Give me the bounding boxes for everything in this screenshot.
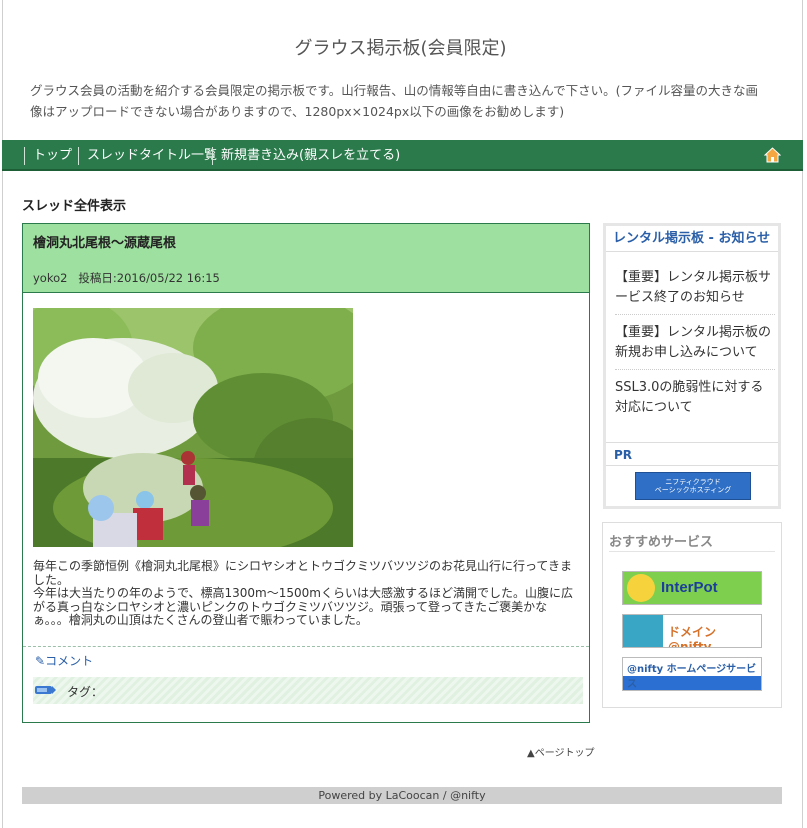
notice-title: レンタル掲示板 - お知らせ xyxy=(606,226,778,252)
pr-banner-line: ニフティクラウド xyxy=(665,478,721,486)
post-title[interactable]: 檜洞丸北尾根～源蔵尾根 xyxy=(33,232,176,251)
post-meta: yoko2 投稿日:2016/05/22 16:15 xyxy=(33,270,220,286)
domain-banner[interactable]: ドメイン @nifty xyxy=(622,614,762,648)
section-title: スレッド全件表示 xyxy=(22,199,127,214)
notice-box: レンタル掲示板 - お知らせ 【重要】レンタル掲示板サービス終了のお知らせ 【重… xyxy=(603,223,781,509)
notice-item[interactable]: 【重要】レンタル掲示板サービス終了のお知らせ xyxy=(615,268,775,315)
post-divider xyxy=(23,646,589,647)
home-icon[interactable] xyxy=(764,147,781,163)
pr-banner-line: ベーシックホスティング xyxy=(654,486,732,494)
thread-post: 檜洞丸北尾根～源蔵尾根 yoko2 投稿日:2016/05/22 16:15 毎… xyxy=(22,223,590,723)
banner-accent xyxy=(623,615,663,647)
homepage-banner[interactable]: @nifty ホームページサービス xyxy=(622,657,762,691)
notice-item[interactable]: 【重要】レンタル掲示板の新規お申し込みについて xyxy=(615,323,775,370)
interpot-label: InterPot xyxy=(661,579,718,596)
domain-label: ドメイン @nifty xyxy=(668,625,717,648)
site-title: グラウス掲示板(会員限定) xyxy=(294,38,507,59)
post-body-line: 今年は大当たりの年のようで、標高1300m～1500mくらいは大感激するほど満開… xyxy=(33,586,573,627)
footer: Powered by LaCoocan / @nifty xyxy=(22,787,782,804)
post-header: 檜洞丸北尾根～源蔵尾根 yoko2 投稿日:2016/05/22 16:15 xyxy=(23,224,589,293)
recommend-title: おすすめサービス xyxy=(609,535,714,550)
notice-item[interactable]: SSL3.0の脆弱性に対する対応について xyxy=(615,378,775,424)
nav-thread-list[interactable]: スレッドタイトル一覧 xyxy=(78,147,217,165)
page-top-link[interactable]: ▲ページトップ xyxy=(527,744,595,759)
comment-label: コメント xyxy=(45,654,94,668)
post-body-line: 毎年この季節恒例《檜洞丸北尾根》にシロヤシオとトウゴクミツバツツジのお花見山行に… xyxy=(33,559,573,587)
arrow-up-icon: ▲ xyxy=(527,748,535,759)
pr-title: PR xyxy=(606,442,778,466)
site-description: グラウス会員の活動を紹介する会員限定の掲示板です。山行報告、山の情報等自由に書き… xyxy=(30,83,759,119)
homepage-label: @nifty ホームページサービス xyxy=(627,664,757,690)
post-date: 投稿日:2016/05/22 16:15 xyxy=(78,271,220,285)
nav-top[interactable]: トップ xyxy=(24,147,72,165)
pr-banner[interactable]: ニフティクラウド ベーシックホスティング xyxy=(635,472,751,500)
tag-label: タグ： xyxy=(67,685,104,699)
badge-icon xyxy=(627,574,655,602)
nav-bar: トップ スレッドタイトル一覧 新規書き込み(親スレを立てる) xyxy=(2,140,803,171)
nav-new-post[interactable]: 新規書き込み(親スレを立てる) xyxy=(212,147,400,165)
post-photo[interactable] xyxy=(33,308,353,547)
post-body: 毎年この季節恒例《檜洞丸北尾根》にシロヤシオとトウゴクミツバツツジのお花見山行に… xyxy=(33,559,581,628)
recommend-box: おすすめサービス InterPot ドメイン @nifty @nifty ホーム… xyxy=(602,522,782,708)
comment-link[interactable]: ✎コメント xyxy=(35,652,93,669)
tag-icon xyxy=(35,686,56,694)
divider xyxy=(609,551,775,552)
post-author: yoko2 xyxy=(33,271,68,285)
pencil-icon: ✎ xyxy=(35,654,46,668)
page-top-label: ページトップ xyxy=(534,748,595,759)
interpot-banner[interactable]: InterPot xyxy=(622,571,762,605)
tag-bar: タグ： xyxy=(33,677,583,704)
